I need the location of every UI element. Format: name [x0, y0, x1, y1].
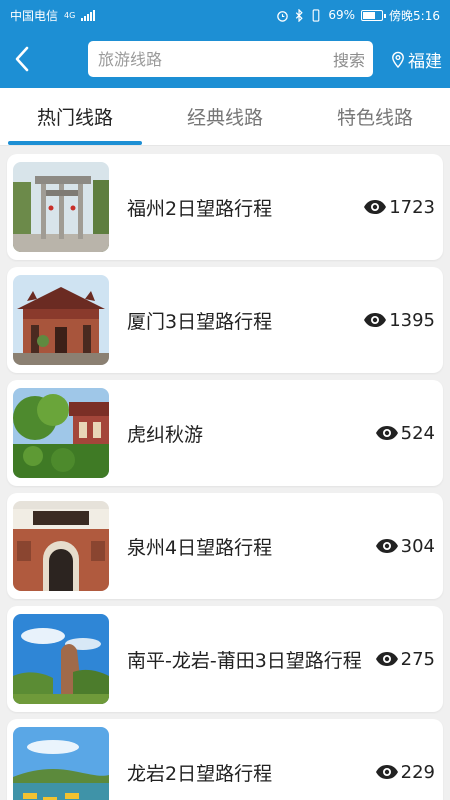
- back-button[interactable]: [14, 39, 54, 79]
- mountain-scenery-image: [13, 614, 109, 704]
- view-count: 304: [375, 536, 435, 557]
- bluetooth-icon: [296, 8, 304, 22]
- route-card[interactable]: 厦门3日望路行程 1395: [7, 267, 443, 373]
- tab-bar: 热门线路 经典线路 特色线路: [0, 88, 450, 146]
- garden-pavilion-image: [13, 388, 109, 478]
- eye-icon: [375, 765, 398, 779]
- eye-icon: [375, 426, 398, 440]
- route-thumbnail: [13, 388, 109, 478]
- top-bar: 搜索 福建: [0, 30, 450, 88]
- battery-level: [363, 11, 376, 19]
- location-pin-icon: [392, 51, 404, 68]
- eye-icon: [375, 539, 398, 553]
- view-count-value: 275: [400, 648, 435, 670]
- route-title: 泉州4日望路行程: [127, 536, 273, 559]
- memorial-hall-image: [13, 501, 109, 591]
- clock: 傍晚5:16: [389, 8, 440, 23]
- vibrate-icon: [313, 8, 320, 22]
- view-count-value: 1723: [389, 196, 435, 218]
- paifang-gate-image: [13, 162, 109, 252]
- search-box: 搜索: [88, 41, 373, 77]
- route-title: 福州2日望路行程: [127, 197, 273, 220]
- view-count-value: 1395: [389, 309, 435, 331]
- view-count-value: 229: [400, 761, 435, 783]
- tab-special-routes[interactable]: 特色线路: [300, 88, 450, 145]
- eye-icon: [364, 200, 387, 214]
- route-card[interactable]: 虎纠秋游 524: [7, 380, 443, 486]
- view-count: 229: [375, 762, 435, 783]
- route-card[interactable]: 福州2日望路行程 1723: [7, 154, 443, 260]
- status-right: 69% 傍晚5:16: [276, 7, 440, 24]
- route-title: 虎纠秋游: [127, 423, 204, 446]
- network-label: 4G: [64, 10, 76, 20]
- route-card[interactable]: 龙岩2日望路行程 229: [7, 719, 443, 800]
- tab-classic-routes[interactable]: 经典线路: [150, 88, 300, 145]
- status-bar: 中国电信 4G 69% 傍晚5:16: [0, 0, 450, 30]
- route-title: 龙岩2日望路行程: [127, 762, 273, 785]
- battery-percent: 69%: [328, 8, 356, 22]
- route-thumbnail: [13, 275, 109, 365]
- signal-icon: [81, 9, 96, 21]
- carrier-label: 中国电信: [10, 8, 59, 23]
- back-arrow-icon: [15, 46, 29, 72]
- battery-icon: [361, 9, 387, 21]
- temple-image: [13, 275, 109, 365]
- view-count: 1723: [363, 197, 435, 218]
- route-thumbnail: [13, 162, 109, 252]
- route-card[interactable]: 泉州4日望路行程 304: [7, 493, 443, 599]
- location-label: 福建: [408, 51, 442, 72]
- view-count: 524: [375, 423, 435, 444]
- view-count: 1395: [363, 310, 435, 331]
- view-count-value: 524: [400, 422, 435, 444]
- route-list: 福州2日望路行程 1723 厦门3日望路行程 1395 虎纠秋游 524 泉州4…: [0, 146, 450, 800]
- status-left: 中国电信 4G: [10, 7, 96, 24]
- location-selector[interactable]: 福建: [391, 47, 442, 72]
- eye-icon: [364, 313, 387, 327]
- route-thumbnail: [13, 614, 109, 704]
- eye-icon: [375, 652, 398, 666]
- tab-hot-routes[interactable]: 热门线路: [0, 88, 150, 145]
- route-card[interactable]: 南平-龙岩-莆田3日望路行程 275: [7, 606, 443, 712]
- alarm-icon: [277, 10, 289, 22]
- route-thumbnail: [13, 501, 109, 591]
- route-title: 南平-龙岩-莆田3日望路行程: [127, 649, 362, 672]
- view-count: 275: [375, 649, 435, 670]
- view-count-value: 304: [400, 535, 435, 557]
- route-title: 厦门3日望路行程: [127, 310, 273, 333]
- lake-boats-image: [13, 727, 109, 800]
- search-input[interactable]: [98, 49, 333, 69]
- search-button[interactable]: 搜索: [333, 47, 365, 71]
- route-thumbnail: [13, 727, 109, 800]
